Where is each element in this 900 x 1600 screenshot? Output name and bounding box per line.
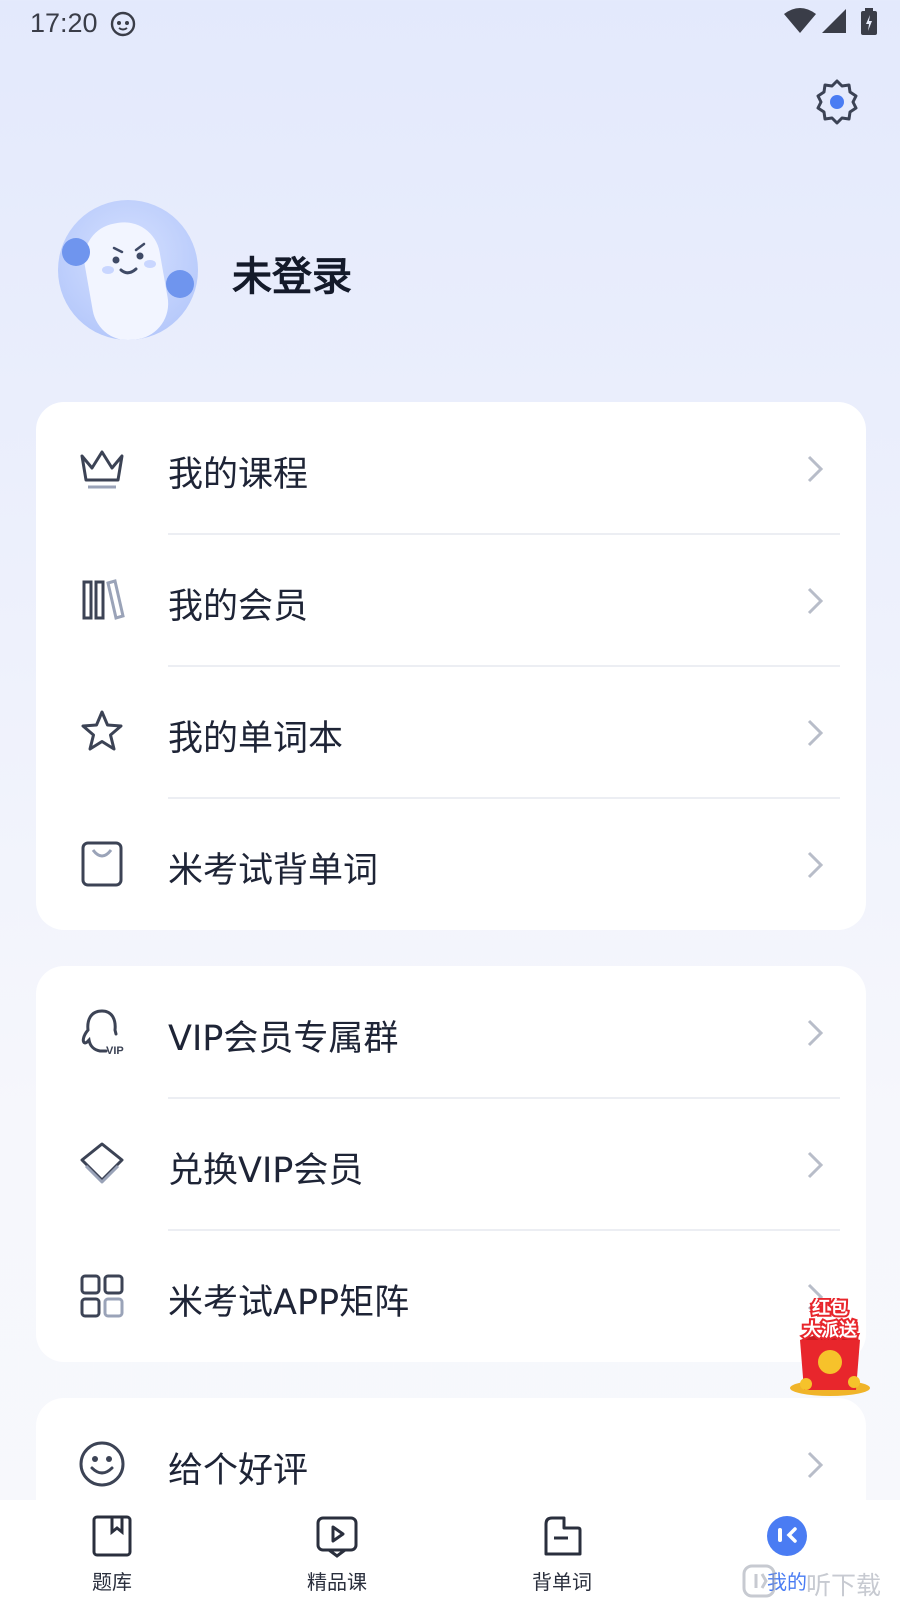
menu-item-my-courses[interactable]: 我的课程 (36, 402, 866, 534)
menu-item-label: VIP会员专属群 (168, 1019, 399, 1059)
gift-bag-icon: 红包 大派送 (790, 1295, 870, 1396)
qq-vip-icon: VIP (81, 1009, 124, 1057)
star-icon (81, 710, 123, 751)
tab-label: 精品课 (307, 1570, 367, 1594)
menu-card-account: 我的课程 我的会员 我的单词本 米考试背单词 (36, 402, 866, 930)
chevron-right-icon (807, 1151, 824, 1179)
avatar[interactable] (58, 200, 198, 340)
tab-label: 背单词 (532, 1570, 592, 1594)
book-icon (92, 1515, 132, 1557)
menu-item-app-matrix[interactable]: 米考试APP矩阵 (36, 1230, 866, 1362)
menu-item-label: 我的单词本 (168, 719, 344, 759)
svg-text:VIP: VIP (106, 1045, 124, 1057)
chevron-right-icon (807, 719, 824, 747)
menu-item-redeem-vip[interactable]: 兑换VIP会员 (36, 1098, 866, 1230)
signal-icon (822, 9, 846, 33)
chevron-right-icon (807, 1019, 824, 1047)
grid-icon (80, 1274, 124, 1318)
crown-icon (80, 450, 124, 489)
battery-icon (861, 8, 877, 35)
tab-premium-courses[interactable]: 精品课 (277, 1500, 397, 1600)
chevron-right-icon (807, 851, 824, 879)
watermark-logo-icon (742, 1564, 776, 1598)
bag-icon (81, 841, 123, 887)
gear-icon (816, 79, 858, 125)
menu-item-vip-group[interactable]: VIP VIP会员专属群 (36, 966, 866, 1098)
menu-item-word-app[interactable]: 米考试背单词 (36, 798, 866, 930)
status-bar: 17:20 (0, 0, 900, 46)
chevron-right-icon (807, 1451, 824, 1479)
profile-face-icon (767, 1516, 807, 1556)
menu-item-label: 兑换VIP会员 (168, 1151, 364, 1191)
diamond-icon (80, 1142, 124, 1184)
menu-item-my-membership[interactable]: 我的会员 (36, 534, 866, 666)
card-icon (544, 1516, 582, 1556)
cat-face-icon (110, 11, 136, 37)
chevron-right-icon (807, 455, 824, 483)
tab-label: 题库 (92, 1570, 132, 1594)
promo-line2: 大派送 (803, 1319, 858, 1341)
username-login-link[interactable]: 未登录 (232, 244, 352, 302)
tab-question-bank[interactable]: 题库 (52, 1500, 172, 1600)
menu-item-label: 我的会员 (168, 587, 309, 627)
video-icon (316, 1516, 358, 1558)
smile-icon (79, 1441, 125, 1487)
mascot-avatar-icon (62, 222, 194, 340)
settings-button[interactable] (813, 78, 861, 126)
menu-item-label: 米考试APP矩阵 (168, 1283, 410, 1323)
red-envelope-promo-button[interactable]: 红包 大派送 (786, 1295, 874, 1398)
watermark-text: 听下载 (806, 1571, 882, 1600)
chevron-right-icon (807, 587, 824, 615)
menu-item-label: 给个好评 (168, 1451, 309, 1491)
wifi-icon (784, 8, 816, 33)
menu-card-vip: VIP VIP会员专属群 兑换VIP会员 米考试APP矩阵 (36, 966, 866, 1362)
watermark: 听下载 (742, 1562, 900, 1600)
menu-item-my-wordbook[interactable]: 我的单词本 (36, 666, 866, 798)
menu-item-label: 米考试背单词 (168, 851, 379, 891)
menu-item-label: 我的课程 (168, 455, 309, 495)
tab-vocabulary[interactable]: 背单词 (502, 1500, 622, 1600)
status-time: 17:20 (30, 8, 98, 38)
promo-line1: 红包 (812, 1298, 848, 1319)
books-icon (82, 579, 125, 620)
